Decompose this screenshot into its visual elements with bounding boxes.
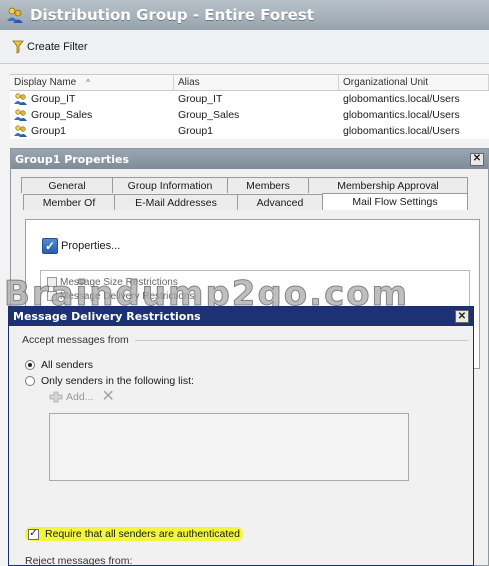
close-icon: ✕ bbox=[457, 310, 467, 322]
table-row[interactable]: Group_Sales Group_Sales globomantics.loc… bbox=[10, 107, 489, 123]
highlight: ✓ Require that all senders are authentic… bbox=[25, 527, 243, 541]
radio-only-listed-senders[interactable]: Only senders in the following list: bbox=[25, 375, 194, 387]
tab-row-2: Member Of E-Mail Addresses Advanced Mail… bbox=[23, 193, 468, 210]
list-item[interactable]: Message Delivery Restrictions bbox=[47, 289, 463, 303]
tab-email-addresses[interactable]: E-Mail Addresses bbox=[114, 194, 238, 210]
require-authentication-checkbox[interactable]: ✓ bbox=[28, 528, 39, 540]
column-header-display-name[interactable]: Display Name ^ bbox=[10, 75, 174, 90]
group-icon bbox=[14, 93, 27, 105]
accept-messages-group: Accept messages from bbox=[22, 334, 468, 346]
distribution-group-icon bbox=[7, 7, 23, 23]
accept-messages-label: Accept messages from bbox=[22, 334, 468, 346]
radio-button[interactable] bbox=[25, 376, 35, 386]
properties-title-bar: Group1 Properties ✕ bbox=[11, 149, 488, 169]
tab-group-information[interactable]: Group Information bbox=[112, 177, 228, 193]
restrictions-title-bar: Message Delivery Restrictions ✕ bbox=[9, 307, 473, 326]
tab-general[interactable]: General bbox=[21, 177, 113, 193]
properties-check-icon: ✓ bbox=[42, 238, 58, 254]
console-title-bar: Distribution Group - Entire Forest bbox=[0, 0, 489, 30]
create-filter-button[interactable]: Create Filter bbox=[12, 40, 88, 54]
table-row[interactable]: Group_IT Group_IT globomantics.local/Use… bbox=[10, 91, 489, 107]
properties-close-button[interactable]: ✕ bbox=[470, 152, 484, 166]
tab-members[interactable]: Members bbox=[227, 177, 309, 193]
restrictions-close-button[interactable]: ✕ bbox=[455, 310, 469, 323]
column-header-organizational-unit[interactable]: Organizational Unit bbox=[339, 75, 489, 90]
close-icon: ✕ bbox=[472, 153, 482, 164]
tab-member-of[interactable]: Member Of bbox=[23, 194, 115, 210]
console-title: Distribution Group - Entire Forest bbox=[30, 6, 314, 24]
radio-button-selected[interactable] bbox=[25, 360, 35, 370]
table-row[interactable]: Group1 Group1 globomantics.local/Users bbox=[10, 123, 489, 139]
tab-row-1: General Group Information Members Member… bbox=[21, 176, 468, 193]
reject-messages-label: Reject messages from: bbox=[25, 555, 133, 566]
sort-ascending-icon: ^ bbox=[86, 78, 91, 87]
group-icon bbox=[14, 109, 27, 121]
senders-list[interactable] bbox=[49, 413, 409, 481]
group-divider bbox=[134, 339, 468, 341]
group-icon bbox=[14, 125, 27, 137]
group-list: Group_IT Group_IT globomantics.local/Use… bbox=[10, 91, 489, 139]
add-icon bbox=[49, 391, 63, 403]
radio-all-senders[interactable]: All senders bbox=[25, 359, 93, 371]
tab-mail-flow-settings[interactable]: Mail Flow Settings bbox=[322, 193, 468, 210]
remove-icon[interactable]: ✕ bbox=[101, 389, 114, 405]
require-authentication-row[interactable]: ✓ Require that all senders are authentic… bbox=[25, 527, 243, 541]
sender-list-actions: Add... ✕ bbox=[49, 389, 115, 405]
console-toolbar: Create Filter bbox=[0, 30, 489, 64]
settings-item-icon bbox=[47, 291, 57, 301]
create-filter-label: Create Filter bbox=[27, 40, 88, 53]
properties-title: Group1 Properties bbox=[15, 152, 130, 166]
list-item[interactable]: Message Size Restrictions bbox=[47, 275, 463, 289]
restrictions-title: Message Delivery Restrictions bbox=[13, 310, 201, 323]
add-sender-button[interactable]: Add... bbox=[49, 391, 93, 403]
list-header: Display Name ^ Alias Organizational Unit bbox=[10, 74, 489, 91]
properties-button[interactable]: ✓ Properties... bbox=[42, 238, 120, 254]
tab-advanced[interactable]: Advanced bbox=[237, 194, 323, 210]
filter-icon bbox=[12, 40, 24, 54]
tab-membership-approval[interactable]: Membership Approval bbox=[308, 177, 468, 193]
message-delivery-restrictions-dialog: Message Delivery Restrictions ✕ Accept m… bbox=[8, 306, 474, 566]
column-header-alias[interactable]: Alias bbox=[174, 75, 339, 90]
settings-item-icon bbox=[47, 277, 57, 287]
